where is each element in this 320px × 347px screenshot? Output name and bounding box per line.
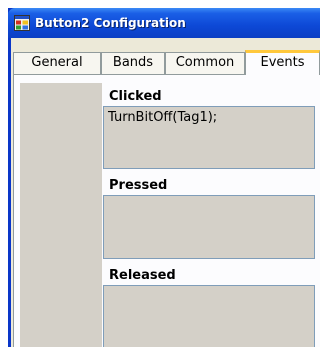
- panel-side-strip: [20, 83, 102, 347]
- dialog-body: General Bands Common Events Clicked Turn…: [11, 38, 320, 347]
- tab-bands[interactable]: Bands: [101, 52, 165, 74]
- pressed-code-field[interactable]: [103, 195, 315, 259]
- title-bar[interactable]: Button2 Configuration: [8, 8, 320, 38]
- released-code-field[interactable]: [103, 285, 315, 347]
- clicked-code-field[interactable]: TurnBitOff(Tag1);: [103, 106, 315, 169]
- tab-common-label: Common: [175, 55, 235, 70]
- tab-bands-label: Bands: [112, 55, 154, 70]
- tab-general-label: General: [31, 55, 83, 70]
- tab-events[interactable]: Events: [245, 50, 320, 75]
- released-label: Released: [109, 268, 176, 283]
- pressed-label: Pressed: [109, 178, 168, 193]
- events-panel: Clicked TurnBitOff(Tag1); Pressed Releas…: [13, 74, 320, 347]
- window-title: Button2 Configuration: [35, 16, 186, 30]
- clicked-label: Clicked: [109, 89, 162, 104]
- configuration-window: Button2 Configuration General Bands Comm…: [8, 8, 320, 347]
- tab-events-label: Events: [260, 55, 305, 70]
- app-window-icon[interactable]: [14, 15, 30, 31]
- tab-common[interactable]: Common: [165, 52, 245, 74]
- tab-general[interactable]: General: [13, 52, 101, 74]
